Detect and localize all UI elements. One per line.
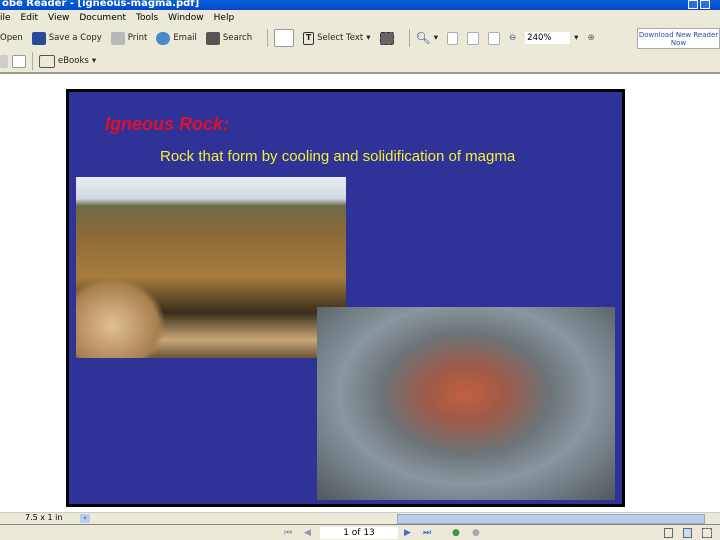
fit-width-icon [488, 31, 501, 45]
scroll-left-button[interactable]: ‹ [80, 514, 90, 523]
facing-icon[interactable] [702, 528, 712, 538]
page-icon [447, 31, 459, 45]
slide-title: Igneous Rock: [105, 114, 230, 134]
volcano-cone-photo [76, 177, 346, 358]
zoom-out-button[interactable]: ⊖ [509, 33, 516, 43]
separator [267, 29, 269, 47]
go-forward-button[interactable]: ● [472, 528, 482, 538]
hand-icon [274, 29, 295, 47]
window-title: obe Reader - [igneous-magma.pdf] [2, 0, 200, 9]
chevron-down-icon[interactable]: ▾ [434, 33, 438, 43]
chevron-down-icon: ▾ [574, 33, 579, 43]
scrollbar-thumb[interactable] [397, 514, 705, 524]
menu-file[interactable]: ile [0, 10, 11, 26]
slide-subtitle: Rock that form by cooling and solidifica… [160, 148, 516, 165]
text-cursor-icon: T [303, 31, 315, 45]
page-icon[interactable] [0, 54, 8, 68]
separator [32, 52, 33, 70]
email-icon [156, 31, 171, 45]
menu-view[interactable]: View [48, 10, 69, 26]
secondary-toolbar: eBooks ▾ [0, 50, 720, 74]
menu-edit[interactable]: Edit [21, 10, 38, 26]
zoom-dropdown[interactable]: ▾ [574, 33, 578, 43]
chevron-down-icon: ▾ [91, 56, 97, 66]
title-bar: obe Reader - [igneous-magma.pdf] [0, 0, 720, 10]
status-bar: ⏮ ◀ 1 of 13 ▶ ⏭ ● ● [0, 524, 720, 540]
horizontal-scrollbar[interactable]: 7.5 x 1 in ‹ [0, 512, 720, 524]
slide-page: Igneous Rock: Rock that form by cooling … [66, 89, 625, 507]
camera-icon [379, 31, 394, 45]
rock-foreground [76, 277, 166, 358]
continuous-icon[interactable] [683, 528, 692, 538]
ebook-icon [39, 54, 55, 68]
actual-size-button[interactable] [447, 31, 459, 45]
select-text-button[interactable]: T Select Text ▾ [303, 31, 371, 45]
main-toolbar: Open Save a Copy Print Email Search T Sel… [0, 26, 720, 50]
binoculars-icon [205, 31, 220, 45]
zoom-in-button[interactable]: ⊕ [587, 33, 594, 43]
pages-icon[interactable] [12, 54, 26, 68]
open-button[interactable]: Open [0, 33, 23, 43]
menu-window[interactable]: Window [168, 10, 204, 26]
lava-rock-photo [317, 307, 615, 500]
previous-page-button[interactable]: ◀ [304, 528, 314, 538]
download-reader-button[interactable]: Download New Reader Now [637, 28, 720, 49]
print-button[interactable]: Print [110, 31, 147, 45]
save-copy-button[interactable]: Save a Copy [31, 31, 102, 45]
fit-page-button[interactable] [467, 31, 480, 45]
maximize-button[interactable] [700, 0, 710, 9]
menu-bar: ile Edit View Document Tools Window Help [0, 10, 720, 26]
fit-width-button[interactable] [488, 31, 501, 45]
menu-tools[interactable]: Tools [136, 10, 158, 26]
page-number-input[interactable]: 1 of 13 [320, 527, 398, 539]
page-size-label: 7.5 x 1 in [25, 513, 63, 522]
ebooks-button[interactable]: eBooks ▾ [39, 54, 97, 68]
magnifier-icon: 🔍︎ [415, 31, 431, 45]
first-page-button[interactable]: ⏮ [284, 528, 294, 538]
printer-icon [110, 31, 125, 45]
go-back-button[interactable]: ● [452, 528, 462, 538]
next-page-button[interactable]: ▶ [404, 528, 414, 538]
last-page-button[interactable]: ⏭ [423, 528, 433, 538]
menu-document[interactable]: Document [79, 10, 126, 26]
zoom-tool-button[interactable]: 🔍︎ ▾ [416, 31, 439, 45]
fit-page-icon [467, 31, 480, 45]
single-page-icon[interactable] [664, 528, 673, 538]
minus-circle-icon: ⊖ [509, 33, 517, 43]
minimize-button[interactable] [688, 0, 698, 9]
separator [408, 29, 410, 47]
zoom-input[interactable]: 240% [525, 32, 571, 44]
email-button[interactable]: Email [156, 31, 197, 45]
search-button[interactable]: Search [205, 31, 252, 45]
menu-help[interactable]: Help [214, 10, 235, 26]
save-icon [31, 31, 46, 45]
snapshot-button[interactable] [379, 31, 394, 45]
plus-circle-icon: ⊕ [587, 33, 595, 43]
hand-tool-button[interactable] [274, 29, 295, 47]
chevron-down-icon[interactable]: ▾ [366, 33, 370, 43]
